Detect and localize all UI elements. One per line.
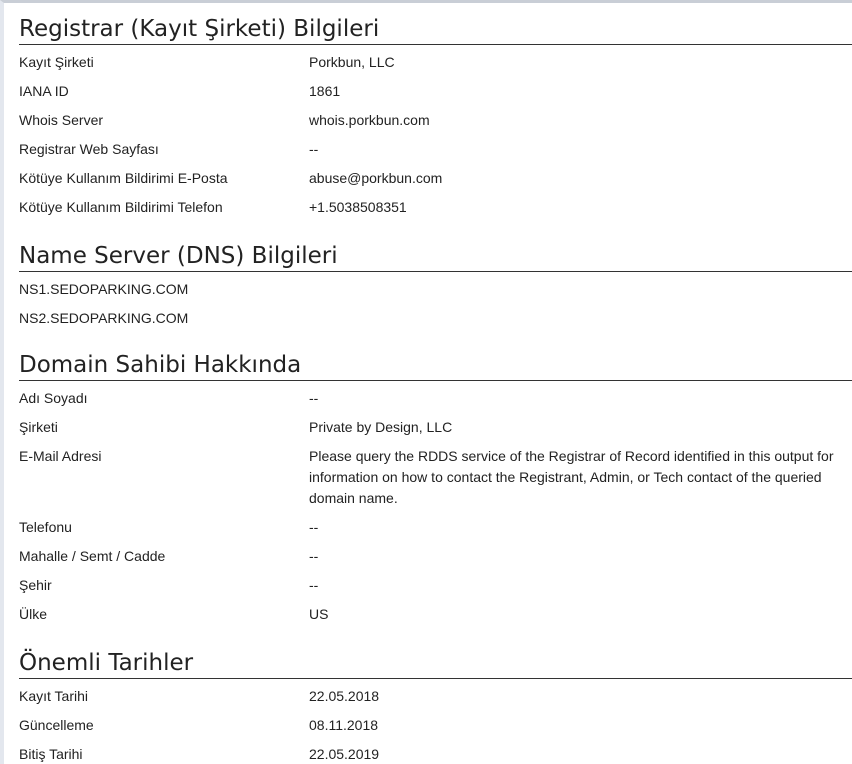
row-label: Kayıt Şirketi xyxy=(19,54,94,70)
row-value: -- xyxy=(309,577,319,593)
row-value: +1.5038508351 xyxy=(309,199,407,215)
row-value: abuse@porkbun.com xyxy=(309,170,443,186)
row-label: Kayıt Tarihi xyxy=(19,688,88,704)
row-label: IANA ID xyxy=(19,83,69,99)
row-value: -- xyxy=(309,390,319,406)
owner-section: Domain Sahibi Hakkında Adı Soyadı -- Şir… xyxy=(19,350,852,633)
registrar-row-abuse-phone: Kötüye Kullanım Bildirimi Telefon +1.503… xyxy=(19,197,852,218)
row-value: 1861 xyxy=(309,83,341,99)
registrar-row-website: Registrar Web Sayfası -- xyxy=(19,139,852,160)
dates-section: Önemli Tarihler Kayıt Tarihi 22.05.2018 … xyxy=(19,648,852,764)
row-value: 08.11.2018 xyxy=(309,717,379,733)
registrar-section-title: Registrar (Kayıt Şirketi) Bilgileri xyxy=(19,14,852,45)
nameserver-section-title: Name Server (DNS) Bilgileri xyxy=(19,241,852,272)
owner-row-company: Şirketi Private by Design, LLC xyxy=(19,417,852,438)
owner-row-name: Adı Soyadı -- xyxy=(19,388,852,409)
row-value: -- xyxy=(309,141,319,157)
row-label: Şehir xyxy=(19,577,52,593)
nameserver-item: NS2.SEDOPARKING.COM xyxy=(19,310,189,326)
owner-rows: Adı Soyadı -- Şirketi Private by Design,… xyxy=(19,381,852,625)
row-value: Private by Design, LLC xyxy=(309,419,453,435)
row-label: Kötüye Kullanım Bildirimi Telefon xyxy=(19,199,223,215)
owner-section-title: Domain Sahibi Hakkında xyxy=(19,350,852,381)
dates-rows: Kayıt Tarihi 22.05.2018 Güncelleme 08.11… xyxy=(19,679,852,764)
owner-row-phone: Telefonu -- xyxy=(19,517,852,538)
row-label: Mahalle / Semt / Cadde xyxy=(19,548,166,564)
registrar-row-iana: IANA ID 1861 xyxy=(19,81,852,102)
row-label: Kötüye Kullanım Bildirimi E-Posta xyxy=(19,170,228,186)
owner-row-city: Şehir -- xyxy=(19,575,852,596)
whois-panel: Registrar (Kayıt Şirketi) Bilgileri Kayı… xyxy=(0,0,852,764)
dates-row-updated: Güncelleme 08.11.2018 xyxy=(19,715,852,736)
registrar-rows: Kayıt Şirketi Porkbun, LLC IANA ID 1861 … xyxy=(19,45,852,218)
row-label: Whois Server xyxy=(19,112,104,128)
owner-row-country: Ülke US xyxy=(19,604,852,625)
registrar-row-whois-server: Whois Server whois.porkbun.com xyxy=(19,110,852,131)
row-value: 22.05.2018 xyxy=(309,688,380,704)
row-value: -- xyxy=(309,548,319,564)
registrar-row-company: Kayıt Şirketi Porkbun, LLC xyxy=(19,52,852,73)
row-label: Telefonu xyxy=(19,519,72,535)
dates-row-created: Kayıt Tarihi 22.05.2018 xyxy=(19,686,852,707)
row-value: whois.porkbun.com xyxy=(309,112,430,128)
row-label: E-Mail Adresi xyxy=(19,448,102,464)
row-label: Registrar Web Sayfası xyxy=(19,141,159,157)
row-value: Porkbun, LLC xyxy=(309,54,395,70)
nameserver-section: Name Server (DNS) Bilgileri NS1.SEDOPARK… xyxy=(19,241,852,337)
nameserver-item: NS1.SEDOPARKING.COM xyxy=(19,281,189,297)
dates-section-title: Önemli Tarihler xyxy=(19,648,852,679)
nameserver-list: NS1.SEDOPARKING.COM NS2.SEDOPARKING.COM xyxy=(19,272,852,329)
row-label: Ülke xyxy=(19,606,48,622)
row-label: Şirketi xyxy=(19,419,58,435)
row-value: 22.05.2019 xyxy=(309,746,380,762)
row-value: US xyxy=(309,606,329,622)
row-label: Bitiş Tarihi xyxy=(19,746,83,762)
registrar-row-abuse-email: Kötüye Kullanım Bildirimi E-Posta abuse@… xyxy=(19,168,852,189)
row-label: Güncelleme xyxy=(19,717,94,733)
dates-row-expires: Bitiş Tarihi 22.05.2019 xyxy=(19,744,852,764)
row-value: Please query the RDDS service of the Reg… xyxy=(309,448,834,506)
registrar-section: Registrar (Kayıt Şirketi) Bilgileri Kayı… xyxy=(19,14,852,226)
row-value: -- xyxy=(309,519,319,535)
row-label: Adı Soyadı xyxy=(19,390,88,406)
owner-row-street: Mahalle / Semt / Cadde -- xyxy=(19,546,852,567)
owner-row-email: E-Mail Adresi Please query the RDDS serv… xyxy=(19,446,852,509)
